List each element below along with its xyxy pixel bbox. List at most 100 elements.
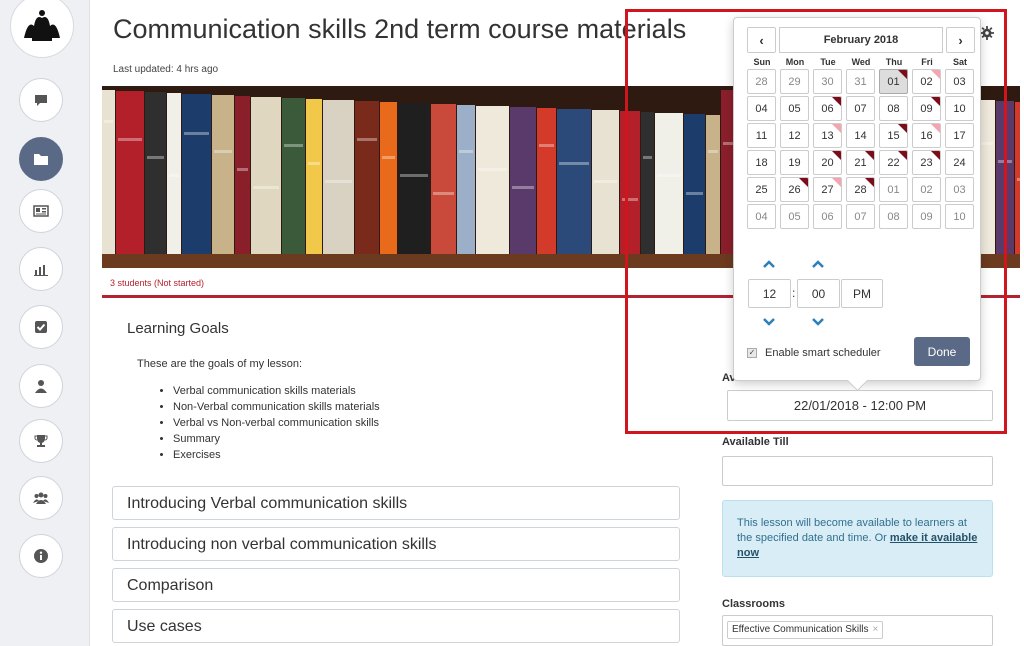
calendar-day[interactable]: 17 — [945, 123, 974, 148]
calendar-day[interactable]: 28 — [846, 177, 875, 202]
calendar-day[interactable]: 08 — [879, 204, 908, 229]
event-marker — [931, 70, 940, 79]
checkbox-icon — [35, 321, 47, 333]
rail-item-reports[interactable] — [19, 247, 63, 291]
smart-scheduler-option[interactable]: ✓ Enable smart scheduler — [747, 347, 881, 359]
section-comparison[interactable]: Comparison — [112, 568, 680, 602]
calendar-day[interactable]: 06 — [813, 204, 842, 229]
prev-month-button[interactable]: ‹ — [747, 27, 776, 53]
meridiem-toggle[interactable]: PM — [841, 279, 883, 308]
calendar-day[interactable]: 03 — [945, 177, 974, 202]
calendar-day[interactable]: 22 — [879, 150, 908, 175]
hour-up-icon[interactable] — [763, 260, 775, 268]
section-use-cases[interactable]: Use cases — [112, 609, 680, 643]
calendar-day[interactable]: 16 — [912, 123, 941, 148]
calendar-day[interactable]: 07 — [846, 96, 875, 121]
school-logo[interactable] — [10, 0, 74, 58]
calendar-day[interactable]: 19 — [780, 150, 809, 175]
day-number: 19 — [788, 156, 801, 169]
rail-item-chat[interactable] — [19, 78, 63, 122]
available-from-input[interactable]: 22/01/2018 - 12:00 PM — [727, 390, 993, 421]
day-number: 24 — [953, 156, 966, 169]
calendar-day[interactable]: 11 — [747, 123, 776, 148]
calendar-day[interactable]: 03 — [945, 69, 974, 94]
calendar-day[interactable]: 08 — [879, 96, 908, 121]
rail-item-awards[interactable] — [19, 419, 63, 463]
calendar-day[interactable]: 06 — [813, 96, 842, 121]
day-number: 10 — [953, 102, 966, 115]
calendar-day[interactable]: 20 — [813, 150, 842, 175]
bar-chart-icon — [34, 265, 48, 276]
calendar-day[interactable]: 05 — [780, 96, 809, 121]
hour-input[interactable]: 12 — [748, 279, 791, 308]
availability-info: This lesson will become available to lea… — [722, 500, 993, 577]
calendar-day[interactable]: 28 — [747, 69, 776, 94]
available-till-input[interactable] — [722, 456, 993, 486]
available-till-label: Available Till — [722, 436, 789, 448]
month-label[interactable]: February 2018 — [779, 27, 943, 53]
calendar-day[interactable]: 29 — [780, 69, 809, 94]
next-month-button[interactable]: › — [946, 27, 975, 53]
list-item: Summary — [173, 431, 380, 447]
rail-item-news[interactable] — [19, 189, 63, 233]
rail-item-profile[interactable] — [19, 364, 63, 408]
event-marker — [931, 151, 940, 160]
trophy-icon — [34, 435, 48, 447]
calendar-day[interactable]: 05 — [780, 204, 809, 229]
calendar-day[interactable]: 09 — [912, 96, 941, 121]
rail-item-materials[interactable] — [19, 137, 63, 181]
minute-input[interactable]: 00 — [797, 279, 840, 308]
calendar-day[interactable]: 30 — [813, 69, 842, 94]
event-marker — [865, 151, 874, 160]
event-marker — [865, 178, 874, 187]
students-status[interactable]: 3 students (Not started) — [110, 278, 204, 288]
minute-down-icon[interactable] — [812, 318, 824, 326]
calendar-day[interactable]: 18 — [747, 150, 776, 175]
calendar-header: ‹ February 2018 › — [747, 27, 975, 53]
calendar-day[interactable]: 04 — [747, 204, 776, 229]
rail-item-groups[interactable] — [19, 476, 63, 520]
list-item: Exercises — [173, 447, 380, 463]
section-verbal[interactable]: Introducing Verbal communication skills — [112, 486, 680, 520]
calendar-day[interactable]: 31 — [846, 69, 875, 94]
calendar-day[interactable]: 13 — [813, 123, 842, 148]
calendar-day[interactable]: 07 — [846, 204, 875, 229]
calendar-day[interactable]: 01 — [879, 177, 908, 202]
calendar-day[interactable]: 15 — [879, 123, 908, 148]
calendar-day[interactable]: 25 — [747, 177, 776, 202]
weekday-wed: Wed — [851, 57, 871, 67]
page-title: Communication skills 2nd term course mat… — [113, 14, 687, 44]
smart-scheduler-checkbox[interactable]: ✓ — [747, 348, 757, 358]
calendar-day[interactable]: 26 — [780, 177, 809, 202]
hour-down-icon[interactable] — [763, 318, 775, 326]
classroom-tag[interactable]: Effective Communication Skills × — [727, 621, 884, 639]
event-marker — [832, 97, 841, 106]
day-number: 01 — [887, 183, 900, 196]
calendar-day[interactable]: 01 — [879, 69, 908, 94]
calendar-day[interactable]: 04 — [747, 96, 776, 121]
event-marker — [898, 151, 907, 160]
tag-remove-icon[interactable]: × — [873, 624, 879, 635]
minute-up-icon[interactable] — [812, 260, 824, 268]
event-marker — [931, 124, 940, 133]
weekday-mon: Mon — [785, 57, 805, 67]
rail-item-info[interactable] — [19, 534, 63, 578]
rail-item-tasks[interactable] — [19, 305, 63, 349]
section-non-verbal[interactable]: Introducing non verbal communication ski… — [112, 527, 680, 561]
calendar-day[interactable]: 10 — [945, 96, 974, 121]
calendar-day[interactable]: 24 — [945, 150, 974, 175]
calendar-day[interactable]: 09 — [912, 204, 941, 229]
done-button[interactable]: Done — [914, 337, 970, 366]
calendar-day[interactable]: 10 — [945, 204, 974, 229]
calendar-day[interactable]: 23 — [912, 150, 941, 175]
calendar-day[interactable]: 21 — [846, 150, 875, 175]
calendar-day[interactable]: 14 — [846, 123, 875, 148]
calendar-day[interactable]: 02 — [912, 69, 941, 94]
smart-scheduler-label: Enable smart scheduler — [765, 347, 881, 359]
calendar-day[interactable]: 12 — [780, 123, 809, 148]
calendar-day[interactable]: 27 — [813, 177, 842, 202]
learning-goals-list: Verbal communication skills materials No… — [155, 383, 380, 463]
gear-icon[interactable] — [980, 26, 994, 40]
calendar-day[interactable]: 02 — [912, 177, 941, 202]
folder-icon — [34, 154, 48, 165]
